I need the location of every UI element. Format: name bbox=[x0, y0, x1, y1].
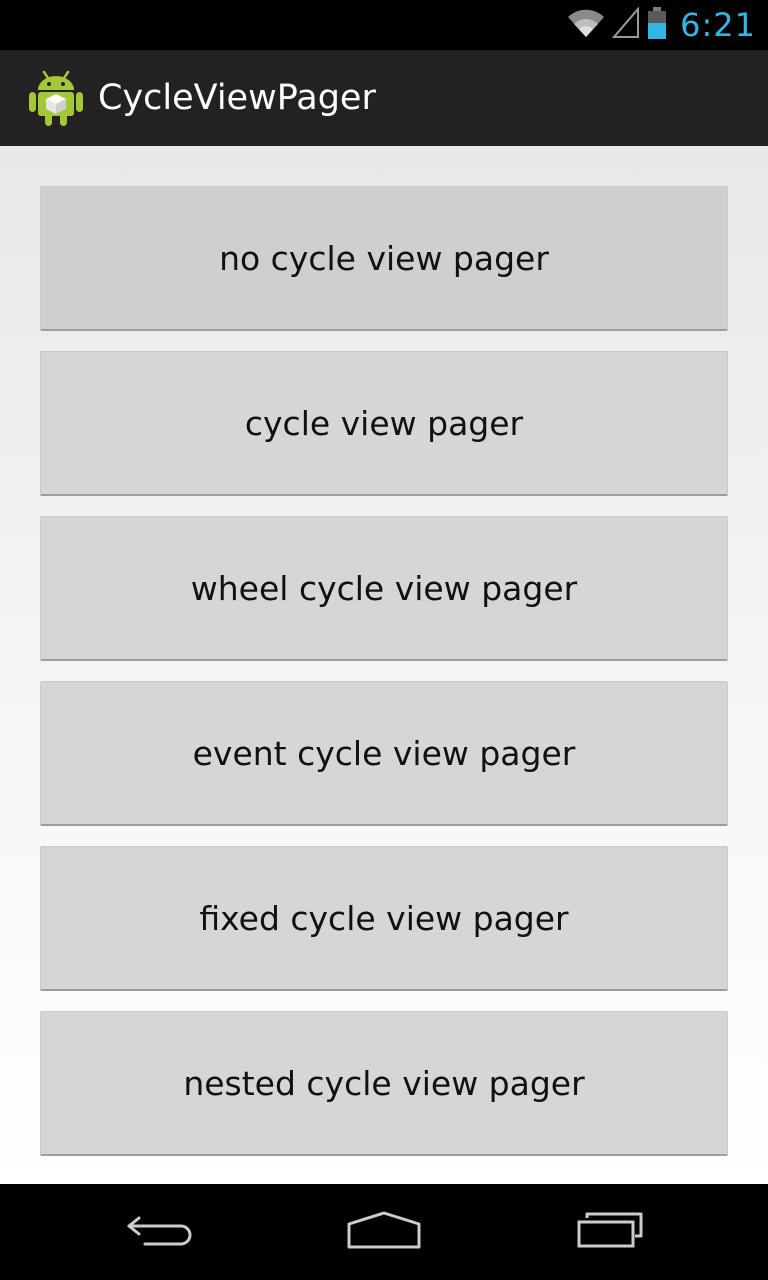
content-area: no cycle view pager cycle view pager whe… bbox=[0, 146, 768, 1184]
wheel-cycle-view-pager-button[interactable]: wheel cycle view pager bbox=[40, 516, 728, 661]
status-bar: 6:21 bbox=[0, 0, 768, 50]
cell-signal-icon bbox=[611, 5, 640, 44]
status-time: 6:21 bbox=[680, 6, 756, 44]
back-button[interactable] bbox=[90, 1184, 230, 1280]
fixed-cycle-view-pager-button[interactable]: fixed cycle view pager bbox=[40, 846, 728, 991]
navigation-bar bbox=[0, 1184, 768, 1280]
nested-cycle-view-pager-button[interactable]: nested cycle view pager bbox=[40, 1011, 728, 1156]
home-icon bbox=[346, 1210, 422, 1255]
event-cycle-view-pager-button[interactable]: event cycle view pager bbox=[40, 681, 728, 826]
action-bar: CycleViewPager bbox=[0, 50, 768, 146]
back-icon bbox=[125, 1210, 195, 1255]
recents-icon bbox=[575, 1210, 645, 1255]
no-cycle-view-pager-button[interactable]: no cycle view pager bbox=[40, 186, 728, 331]
button-list: no cycle view pager cycle view pager whe… bbox=[40, 186, 728, 1176]
android-app-icon bbox=[28, 68, 84, 128]
status-icons: 6:21 bbox=[566, 0, 756, 50]
wifi-icon bbox=[566, 7, 606, 44]
recents-button[interactable] bbox=[540, 1184, 680, 1280]
app-title: CycleViewPager bbox=[98, 78, 376, 118]
home-button[interactable] bbox=[314, 1184, 454, 1280]
cycle-view-pager-button[interactable]: cycle view pager bbox=[40, 351, 728, 496]
battery-icon bbox=[646, 6, 668, 45]
